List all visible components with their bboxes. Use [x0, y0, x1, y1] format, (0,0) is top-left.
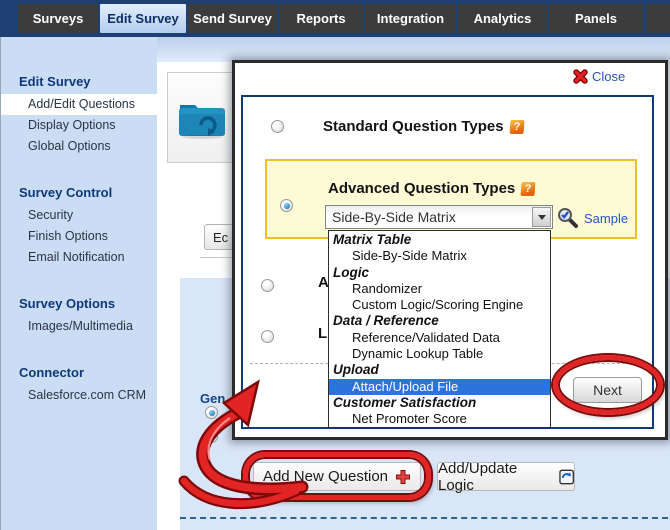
tab-partial[interactable] [646, 4, 670, 33]
dropdown-option[interactable]: Side-By-Side Matrix [329, 248, 550, 264]
annotation-arrow [150, 365, 370, 525]
hidden-option-radio-2[interactable] [261, 330, 274, 343]
sidebar-item-finish-options[interactable]: Finish Options [1, 226, 157, 247]
dropdown-group: Logic [329, 265, 550, 281]
dropdown-option[interactable]: Custom Logic/Scoring Engine [329, 297, 550, 313]
sidebar: Edit Survey Add/Edit Questions Display O… [0, 37, 157, 530]
dropdown-group: Data / Reference [329, 313, 550, 329]
tab-label: Reports [296, 11, 345, 26]
logic-icon [559, 469, 574, 485]
select-dropdown-button[interactable] [532, 207, 551, 227]
tab-integration[interactable]: Integration [365, 4, 456, 33]
question-type-select-value: Side-By-Side Matrix [326, 209, 532, 225]
tab-label: Send Survey [193, 11, 272, 26]
tab-send-survey[interactable]: Send Survey [188, 4, 277, 33]
add-update-logic-button[interactable]: Add/Update Logic [437, 462, 575, 491]
annotation-circle-next [553, 355, 663, 415]
help-icon[interactable]: ? [521, 182, 536, 196]
sidebar-section-connector: Connector [1, 361, 157, 385]
advanced-question-types-radio[interactable] [280, 199, 293, 212]
top-nav-bar: Surveys Edit Survey Send Survey Reports … [0, 0, 670, 37]
tab-label: Surveys [33, 11, 84, 26]
edit-button-label: Ec [213, 230, 228, 245]
tab-analytics[interactable]: Analytics [458, 4, 547, 33]
add-update-logic-label: Add/Update Logic [438, 460, 552, 494]
advanced-question-types-label: Advanced Question Types [328, 180, 515, 197]
sidebar-item-security[interactable]: Security [1, 205, 157, 226]
sample-link[interactable]: Sample [557, 207, 628, 229]
chevron-down-icon [538, 215, 546, 220]
tab-label: Edit Survey [107, 11, 179, 26]
tab-reports[interactable]: Reports [279, 4, 363, 33]
close-label: Close [592, 69, 625, 84]
sidebar-section-survey-options: Survey Options [1, 292, 157, 316]
close-icon [573, 69, 588, 84]
tab-panels[interactable]: Panels [549, 4, 643, 33]
hidden-option-radio-1[interactable] [261, 279, 274, 292]
dropdown-option[interactable]: Randomizer [329, 281, 550, 297]
dropdown-group: Matrix Table [329, 232, 550, 248]
close-button[interactable]: Close [573, 69, 625, 84]
tab-edit-survey[interactable]: Edit Survey [100, 4, 186, 33]
magnifier-check-icon [557, 207, 579, 229]
content-top-band [157, 37, 670, 62]
standard-question-types-radio[interactable] [271, 120, 284, 133]
sidebar-section-survey-control: Survey Control [1, 181, 157, 205]
dropdown-option[interactable]: Reference/Validated Data [329, 330, 550, 346]
advanced-question-types-row: Advanced Question Types ? [328, 180, 535, 197]
dropdown-option[interactable]: Dynamic Lookup Table [329, 346, 550, 362]
tab-label: Panels [575, 11, 617, 26]
sidebar-item-images-multimedia[interactable]: Images/Multimedia [1, 316, 157, 337]
sidebar-item-salesforce-crm[interactable]: Salesforce.com CRM [1, 385, 157, 406]
sidebar-item-global-options[interactable]: Global Options [1, 136, 157, 157]
sidebar-item-display-options[interactable]: Display Options [1, 115, 157, 136]
hidden-option-label-2: L [318, 325, 327, 342]
standard-question-types-label: Standard Question Types [323, 118, 504, 135]
tab-label: Analytics [474, 11, 532, 26]
tab-label: Integration [377, 11, 444, 26]
tab-surveys[interactable]: Surveys [18, 4, 98, 33]
sample-label: Sample [584, 211, 628, 226]
folder-refresh-icon [177, 95, 229, 139]
sidebar-section-edit-survey: Edit Survey [1, 70, 157, 94]
sidebar-item-add-edit-questions[interactable]: Add/Edit Questions [1, 94, 157, 115]
standard-question-types-row: Standard Question Types ? [323, 118, 524, 135]
sidebar-item-email-notification[interactable]: Email Notification [1, 247, 157, 268]
app-window: { "nav": { "tabs": [ {"label": "Surveys"… [0, 0, 670, 530]
question-type-select[interactable]: Side-By-Side Matrix [325, 205, 553, 229]
help-icon[interactable]: ? [509, 120, 524, 134]
